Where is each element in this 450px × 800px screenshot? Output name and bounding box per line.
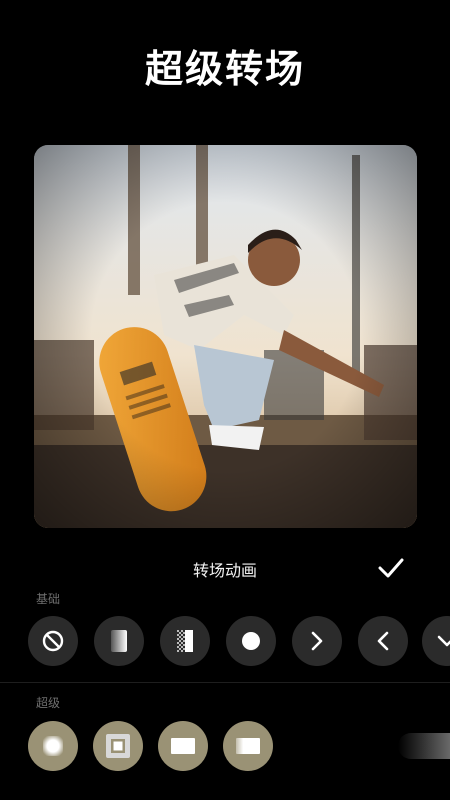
transition-fade-button[interactable] [94,616,144,666]
section-label-basic: 基础 [36,592,61,606]
transition-dissolve-button[interactable] [160,616,210,666]
super-transition-3-button[interactable] [158,721,208,771]
super-transitions-row [28,721,450,773]
super-transition-2-button[interactable] [93,721,143,771]
super-transition-2-icon [106,734,130,758]
chevron-left-icon [377,631,389,651]
dissolve-checker-icon [177,630,193,652]
preview-image [34,145,417,528]
super-transition-1-icon [43,736,63,756]
basic-transitions-row [28,616,450,668]
super-transition-4-button[interactable] [223,721,273,771]
section-divider [0,682,450,683]
super-transition-3-icon [171,738,195,754]
none-icon [42,630,64,652]
scroll-hint-arrow [398,733,450,759]
fade-gradient-icon [111,630,127,652]
circle-icon [242,632,260,650]
section-label-super: 超级 [36,696,61,710]
transition-circle-button[interactable] [226,616,276,666]
transition-slide-right-button[interactable] [292,616,342,666]
page-title: 超级转场 [144,47,305,91]
transition-none-button[interactable] [28,616,78,666]
transition-slide-left-button[interactable] [358,616,408,666]
chevron-down-icon [437,635,450,647]
super-transition-4-icon [236,738,260,754]
super-transition-1-button[interactable] [28,721,78,771]
transition-panel-header: 转场动画 [0,553,450,585]
chevron-right-icon [311,631,323,651]
transition-slide-down-button[interactable] [422,616,450,666]
check-icon [378,558,404,578]
confirm-button[interactable] [376,553,406,583]
